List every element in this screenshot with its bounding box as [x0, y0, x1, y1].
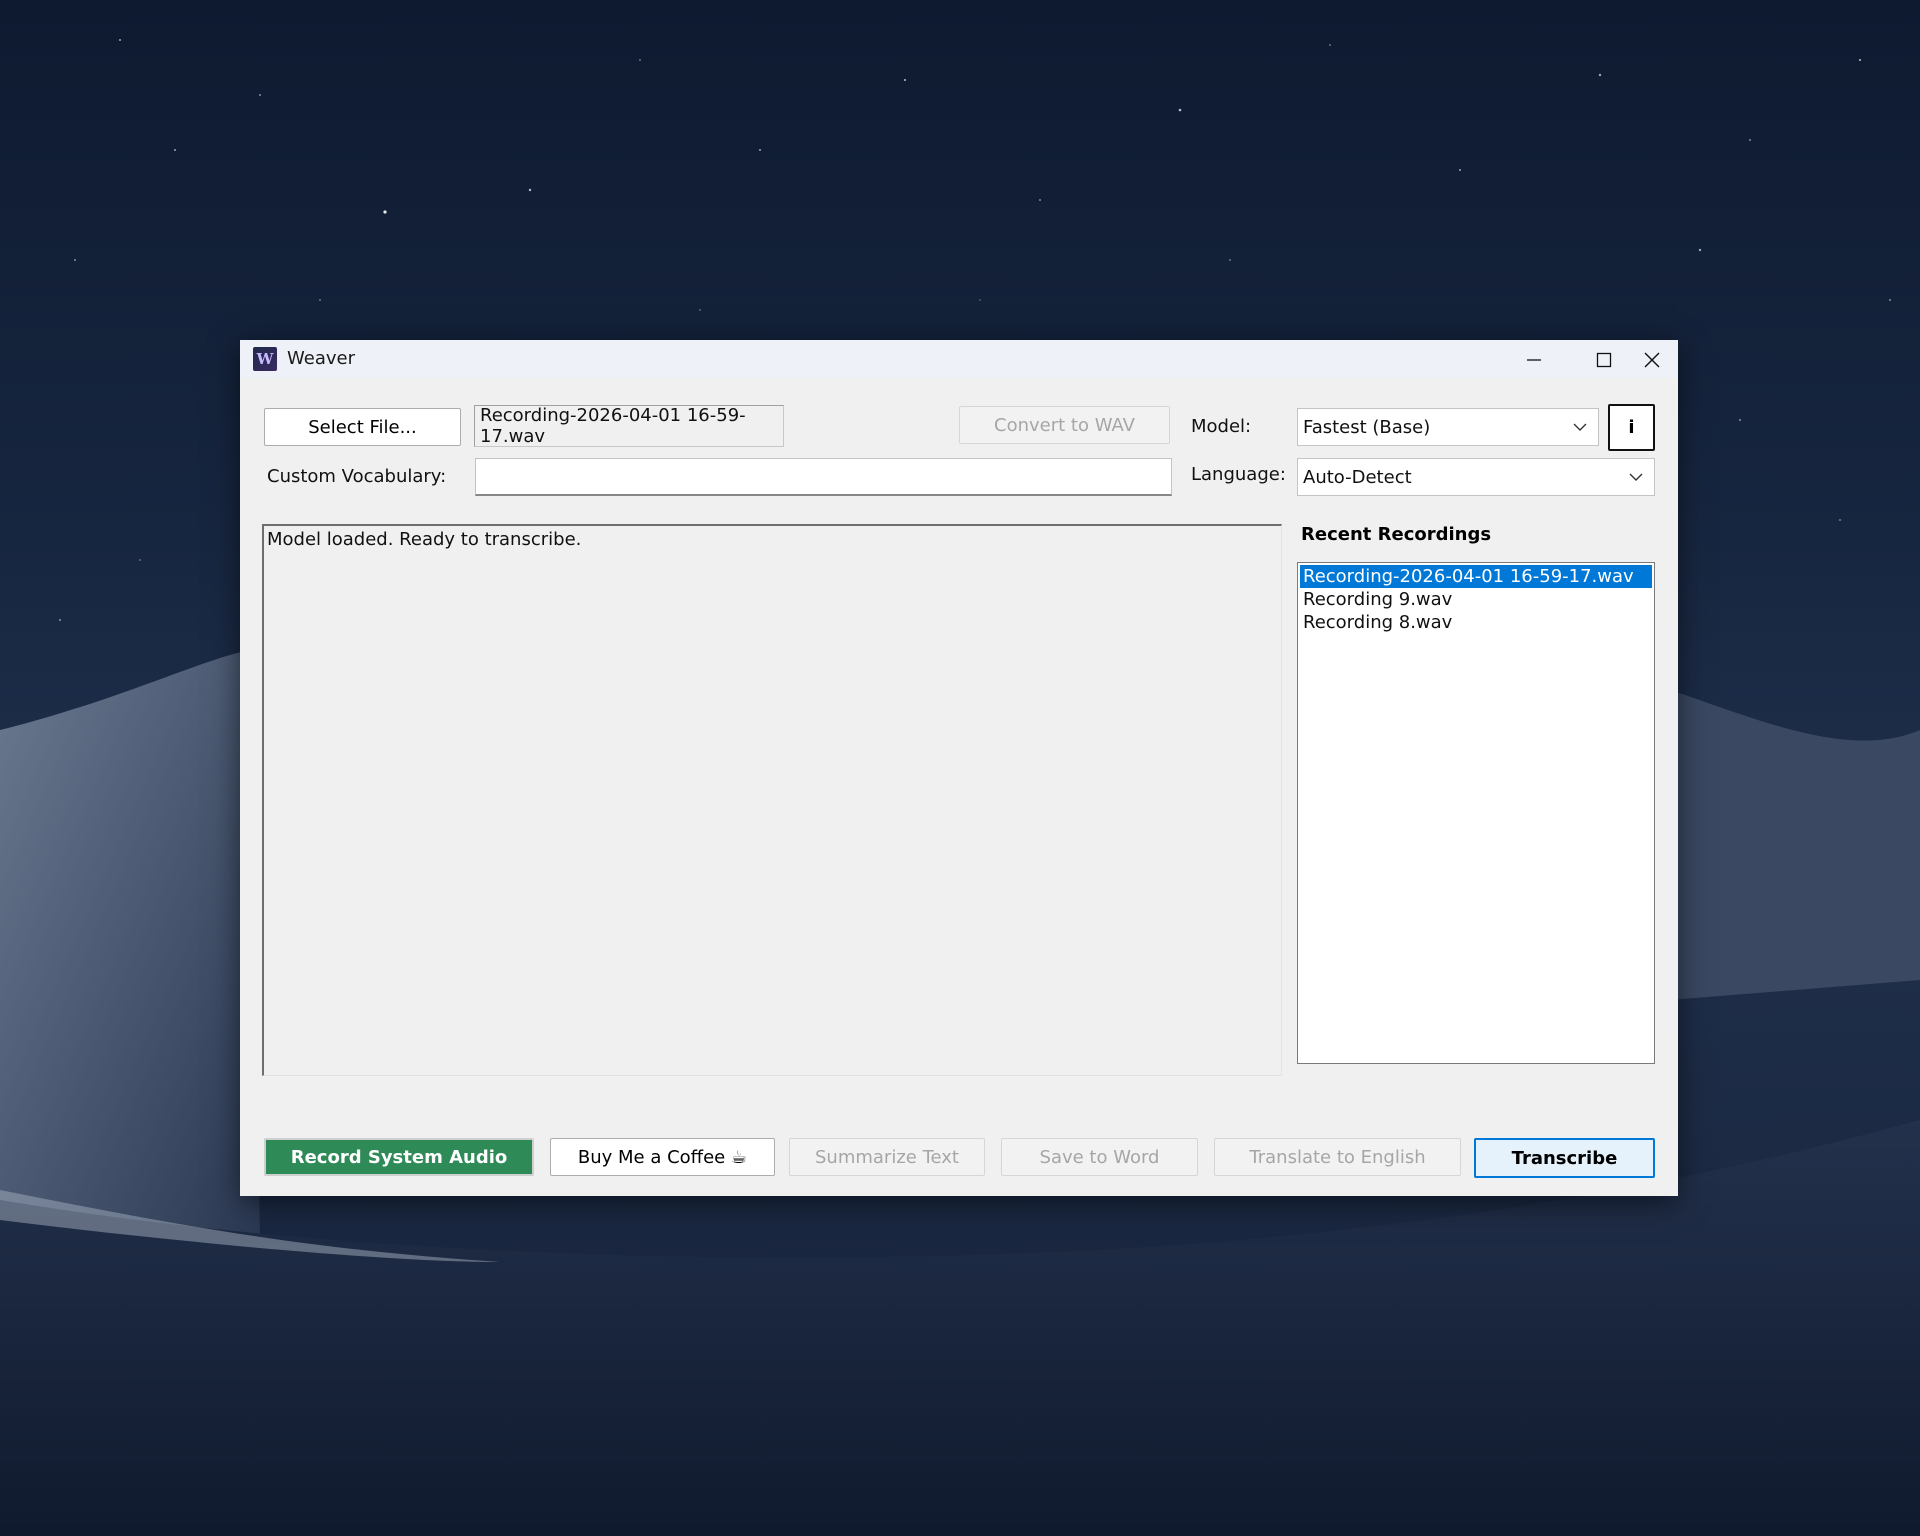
list-item[interactable]: Recording-2026-04-01 16-59-17.wav — [1300, 565, 1652, 588]
maximize-icon — [1596, 352, 1612, 368]
selected-file-field[interactable]: Recording-2026-04-01 16-59-17.wav — [474, 405, 784, 447]
translate-to-english-button[interactable]: Translate to English — [1214, 1138, 1461, 1176]
language-dropdown[interactable]: Auto-Detect — [1297, 458, 1655, 496]
transcript-status-text: Model loaded. Ready to transcribe. — [267, 529, 582, 550]
custom-vocabulary-input[interactable] — [475, 458, 1172, 496]
close-icon — [1644, 352, 1660, 368]
transcribe-button[interactable]: Transcribe — [1474, 1138, 1655, 1178]
chevron-down-icon — [1573, 423, 1587, 431]
save-to-word-button[interactable]: Save to Word — [1001, 1138, 1198, 1176]
custom-vocabulary-label: Custom Vocabulary: — [267, 466, 447, 487]
title-bar: W Weaver — [240, 340, 1678, 378]
recent-recordings-list[interactable]: Recording-2026-04-01 16-59-17.wav Record… — [1297, 562, 1655, 1064]
model-label: Model: — [1191, 416, 1252, 437]
minimize-icon — [1527, 359, 1541, 361]
weaver-window: W Weaver Select File... Recording-2026-0… — [240, 340, 1678, 1196]
list-item[interactable]: Recording 8.wav — [1300, 611, 1652, 634]
transcript-output-area[interactable]: Model loaded. Ready to transcribe. — [262, 524, 1282, 1076]
convert-to-wav-button[interactable]: Convert to WAV — [959, 406, 1170, 444]
close-button[interactable] — [1628, 340, 1678, 378]
minimize-button[interactable] — [1498, 340, 1568, 378]
select-file-button[interactable]: Select File... — [264, 408, 461, 446]
desktop-background: W Weaver Select File... Recording-2026-0… — [0, 0, 1920, 1536]
weaver-app-icon: W — [253, 347, 277, 371]
model-dropdown[interactable]: Fastest (Base) — [1297, 408, 1599, 446]
chevron-down-icon — [1629, 473, 1643, 481]
summarize-text-button[interactable]: Summarize Text — [789, 1138, 985, 1176]
model-dropdown-value: Fastest (Base) — [1303, 416, 1431, 438]
recent-recordings-heading: Recent Recordings — [1301, 524, 1492, 545]
buy-me-a-coffee-button[interactable]: Buy Me a Coffee ☕ — [550, 1138, 775, 1176]
list-item[interactable]: Recording 9.wav — [1300, 588, 1652, 611]
language-dropdown-value: Auto-Detect — [1303, 466, 1412, 488]
model-info-button[interactable]: i — [1608, 404, 1655, 451]
language-label: Language: — [1191, 464, 1286, 485]
record-system-audio-button[interactable]: Record System Audio — [264, 1138, 534, 1176]
window-title: Weaver — [287, 348, 355, 369]
